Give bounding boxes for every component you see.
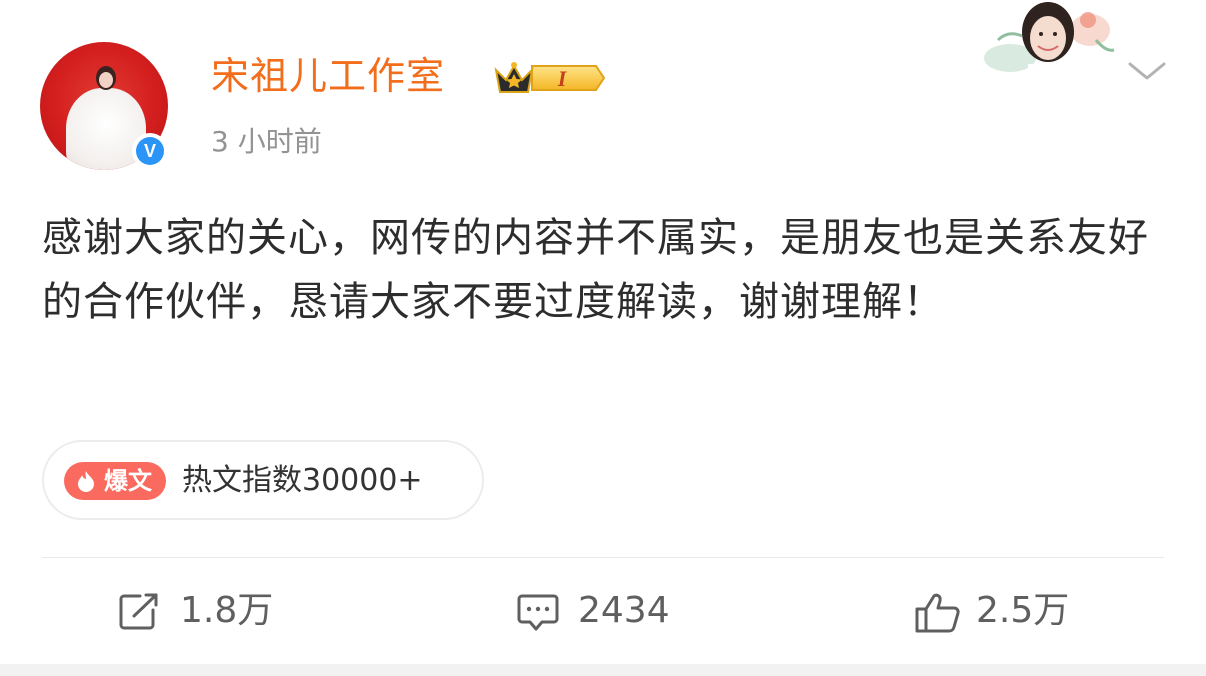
repost-count: 1.8万 bbox=[180, 590, 274, 631]
vip-rank-badge[interactable]: I bbox=[492, 58, 606, 98]
action-divider bbox=[42, 557, 1164, 558]
decorative-portrait-card bbox=[984, 2, 1115, 76]
bottom-separator bbox=[0, 664, 1206, 676]
chevron-down-icon[interactable] bbox=[1126, 56, 1168, 84]
thumbs-up-icon bbox=[915, 593, 960, 633]
author-name[interactable]: 宋祖儿工作室 bbox=[211, 50, 445, 102]
repost-button[interactable]: 1.8万 bbox=[118, 586, 318, 636]
verified-badge: V bbox=[132, 133, 168, 169]
post-text: 感谢大家的关心，网传的内容并不属实，是朋友也是关系友好的合作伙伴，恳请大家不要过… bbox=[42, 215, 1149, 325]
comment-button[interactable]: 2434 bbox=[516, 586, 716, 636]
hot-article-pill[interactable]: 爆文 热文指数30000+ bbox=[42, 440, 484, 520]
verified-v-icon: V bbox=[136, 137, 164, 165]
hot-article-tag: 爆文 bbox=[64, 462, 166, 500]
post-timestamp: 3 小时前 bbox=[211, 125, 322, 158]
avatar-photo-face bbox=[99, 72, 113, 88]
hot-tag-label: 爆文 bbox=[104, 467, 152, 495]
repost-icon bbox=[119, 593, 158, 630]
hot-index-text: 热文指数30000+ bbox=[182, 463, 423, 498]
rank-badge-label: I bbox=[557, 66, 568, 91]
comment-count: 2434 bbox=[578, 590, 670, 631]
flame-icon bbox=[78, 471, 94, 492]
like-count: 2.5万 bbox=[976, 590, 1070, 631]
like-button[interactable]: 2.5万 bbox=[914, 586, 1114, 636]
comment-icon bbox=[517, 594, 559, 631]
